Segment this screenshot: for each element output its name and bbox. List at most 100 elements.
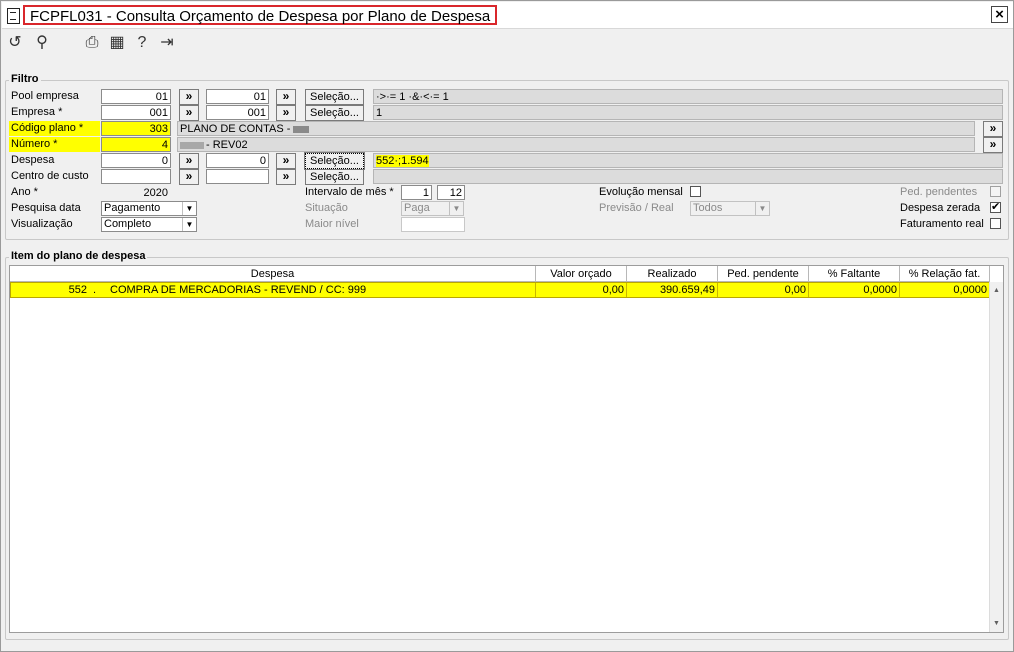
search-icon[interactable]: ⚲ (33, 34, 51, 52)
empresa-to-input[interactable]: 001 (206, 105, 269, 120)
centro-custo-to-input[interactable] (206, 169, 269, 184)
situacao-value: Paga (404, 202, 430, 214)
numero-description-text: - REV02 (206, 139, 248, 151)
window-title: FCPFL031 - Consulta Orçamento de Despesa… (23, 5, 498, 25)
vertical-scrollbar[interactable]: ▲ ▼ (989, 282, 1003, 632)
pesquisa-data-label: Pesquisa data (11, 202, 81, 214)
numero-input[interactable]: 4 (101, 137, 171, 152)
numero-description: - REV02 (177, 137, 975, 152)
column-header-valor-orcado[interactable]: Valor orçado (536, 266, 627, 282)
scroll-up-icon[interactable]: ▲ (990, 284, 1003, 297)
calendar-icon[interactable]: ▦ (108, 34, 126, 52)
visualizacao-label: Visualização (11, 218, 73, 230)
empresa-selecao-button[interactable]: Seleção... (305, 105, 364, 121)
maior-nivel-label: Maior nível (305, 218, 359, 230)
intervalo-mes-to-input[interactable]: 12 (437, 185, 465, 200)
visualizacao-select[interactable]: Completo ▼ (101, 217, 197, 232)
chevron-down-icon[interactable]: ▼ (182, 202, 196, 215)
previsao-real-value: Todos (693, 202, 723, 214)
column-header-relacao-fat[interactable]: % Relação fat. (900, 266, 990, 282)
ano-input[interactable]: 2020 (101, 185, 171, 200)
despesa-to-input[interactable]: 0 (206, 153, 269, 168)
codigo-plano-label: Código plano * (9, 121, 100, 136)
centro-custo-selecao-button[interactable]: Seleção... (305, 169, 364, 185)
situacao-label: Situação (305, 202, 348, 214)
chevron-down-icon: ▼ (449, 202, 463, 215)
intervalo-mes-label: Intervalo de mês * (305, 186, 394, 198)
column-header-faltante[interactable]: % Faltante (809, 266, 900, 282)
evolucao-mensal-label: Evolução mensal (599, 186, 683, 198)
item-plano-group-label: Item do plano de despesa (9, 250, 148, 262)
cell-separador: . (93, 284, 97, 296)
despesa-summary: 552·;1.594 (373, 153, 1003, 168)
intervalo-mes-from-input[interactable]: 1 (401, 185, 432, 200)
previsao-real-select[interactable]: Todos ▼ (690, 201, 770, 216)
cell-realizado: 390.659,49 (627, 283, 718, 297)
pool-empresa-lookup-button[interactable]: » (179, 89, 199, 105)
ped-pendentes-checkbox[interactable] (990, 186, 1001, 197)
centro-custo-summary (373, 169, 1003, 184)
centro-custo-to-lookup-button[interactable]: » (276, 169, 296, 185)
despesa-lookup-button[interactable]: » (179, 153, 199, 169)
codigo-plano-input[interactable]: 303 (101, 121, 171, 136)
empresa-to-lookup-button[interactable]: » (276, 105, 296, 121)
codigo-plano-lookup-button[interactable]: » (983, 121, 1003, 137)
print-icon[interactable]: ⎙ (83, 34, 101, 52)
pool-empresa-to-lookup-button[interactable]: » (276, 89, 296, 105)
empresa-label: Empresa * (11, 106, 63, 118)
refresh-icon[interactable]: ↺ (6, 34, 24, 52)
faturamento-real-checkbox[interactable] (990, 218, 1001, 229)
despesa-summary-text: 552·;1.594 (376, 155, 429, 167)
column-header-despesa[interactable]: Despesa (10, 266, 536, 282)
cell-descricao: COMPRA DE MERCADORIAS - REVEND / CC: 999 (110, 283, 536, 297)
exit-icon[interactable]: ⇥ (158, 34, 176, 52)
chevron-down-icon[interactable]: ▼ (182, 218, 196, 231)
despesa-zerada-label: Despesa zerada (900, 202, 981, 214)
codigo-plano-description-text: PLANO DE CONTAS - (180, 123, 294, 135)
numero-lookup-button[interactable]: » (983, 137, 1003, 153)
faturamento-real-label: Faturamento real (900, 218, 984, 230)
despesa-zerada-checkbox[interactable]: ✔ (990, 202, 1001, 213)
cell-ped-pendente: 0,00 (718, 283, 809, 297)
close-button[interactable]: × (991, 6, 1008, 23)
despesa-selecao-button[interactable]: Seleção... (304, 152, 365, 170)
column-header-ped-pendente[interactable]: Ped. pendente (718, 266, 809, 282)
document-icon (7, 8, 20, 24)
cell-valor-orcado: 0,00 (536, 283, 627, 297)
redacted-mark (180, 141, 204, 149)
cell-codigo: 552 (68, 284, 87, 296)
empresa-lookup-button[interactable]: » (179, 105, 199, 121)
chevron-down-icon: ▼ (755, 202, 769, 215)
pool-empresa-to-input[interactable]: 01 (206, 89, 269, 104)
numero-label: Número * (9, 137, 100, 152)
pool-empresa-from-input[interactable]: 01 (101, 89, 171, 104)
table-row[interactable]: 552 . COMPRA DE MERCADORIAS - REVEND / C… (10, 282, 990, 298)
empresa-from-input[interactable]: 001 (101, 105, 171, 120)
evolucao-mensal-checkbox[interactable] (690, 186, 701, 197)
pool-empresa-summary: ·>·= 1 ·&·<·= 1 (373, 89, 1003, 104)
centro-custo-label: Centro de custo (11, 170, 89, 182)
situacao-select[interactable]: Paga ▼ (401, 201, 464, 216)
cell-faltante: 0,0000 (809, 283, 900, 297)
ped-pendentes-label: Ped. pendentes (900, 186, 978, 198)
despesa-from-input[interactable]: 0 (101, 153, 171, 168)
pool-empresa-label: Pool empresa (11, 90, 79, 102)
despesa-label: Despesa (11, 154, 55, 166)
centro-custo-from-input[interactable] (101, 169, 171, 184)
despesa-to-lookup-button[interactable]: » (276, 153, 296, 169)
visualizacao-value: Completo (104, 218, 152, 230)
redacted-mark (293, 125, 310, 133)
pesquisa-data-value: Pagamento (104, 202, 161, 214)
codigo-plano-description: PLANO DE CONTAS - (177, 121, 975, 136)
column-header-realizado[interactable]: Realizado (627, 266, 718, 282)
centro-custo-lookup-button[interactable]: » (179, 169, 199, 185)
scroll-down-icon[interactable]: ▼ (990, 617, 1003, 630)
filtro-group-label: Filtro (9, 73, 41, 85)
previsao-real-label: Previsão / Real (599, 202, 674, 214)
maior-nivel-input[interactable] (401, 217, 465, 232)
title-bar: FCPFL031 - Consulta Orçamento de Despesa… (2, 2, 1013, 29)
pesquisa-data-select[interactable]: Pagamento ▼ (101, 201, 197, 216)
ano-label: Ano * (11, 186, 38, 198)
help-icon[interactable]: ? (133, 34, 151, 52)
pool-empresa-selecao-button[interactable]: Seleção... (305, 89, 364, 105)
